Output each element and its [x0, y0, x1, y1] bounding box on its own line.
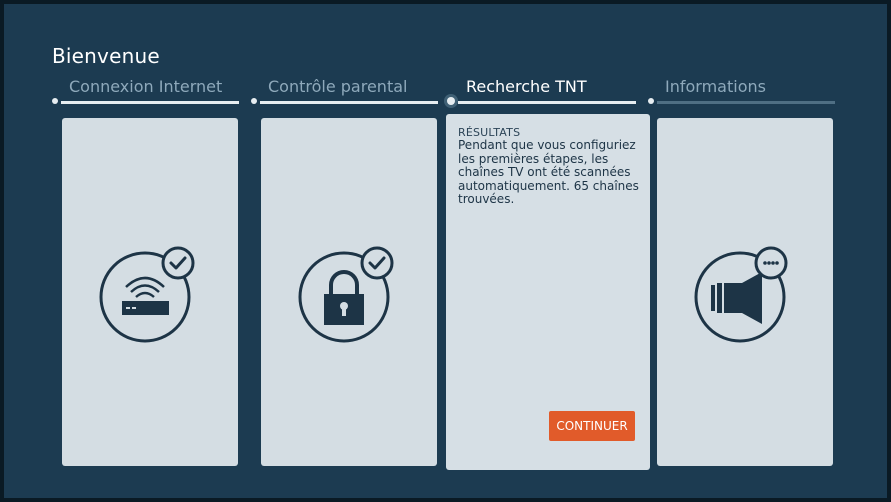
card-informations[interactable]	[657, 118, 833, 466]
step-title-tnt: Recherche TNT	[466, 77, 587, 96]
padlock-icon	[298, 246, 394, 343]
speaker-info-icon	[694, 246, 788, 343]
step-title-parental: Contrôle parental	[268, 77, 408, 96]
card-controle-parental[interactable]	[261, 118, 437, 466]
continue-button[interactable]: CONTINUER	[549, 411, 635, 441]
router-wifi-icon	[99, 246, 195, 343]
card-connexion-internet[interactable]	[62, 118, 238, 466]
step-progress-tnt	[458, 101, 636, 104]
page-title: Bienvenue	[52, 44, 160, 68]
step-dot-parental	[251, 98, 257, 104]
card-recherche-tnt: RÉSULTATS Pendant que vous configuriez l…	[446, 114, 650, 470]
step-dot-tnt	[447, 97, 455, 105]
step-title-informations: Informations	[665, 77, 766, 96]
step-progress-connexion	[61, 101, 239, 104]
ellipsis-icon	[754, 246, 788, 280]
step-title-connexion: Connexion Internet	[69, 77, 223, 96]
welcome-screen: Bienvenue Connexion Internet Contrôle pa…	[4, 4, 887, 498]
step-dot-connexion	[52, 98, 58, 104]
check-icon	[161, 246, 195, 280]
step-progress-parental	[260, 101, 438, 104]
results-text: Pendant que vous configuriez les premièr…	[458, 138, 639, 206]
step-progress-informations	[657, 101, 835, 104]
check-icon	[360, 246, 394, 280]
step-dot-informations	[648, 98, 654, 104]
